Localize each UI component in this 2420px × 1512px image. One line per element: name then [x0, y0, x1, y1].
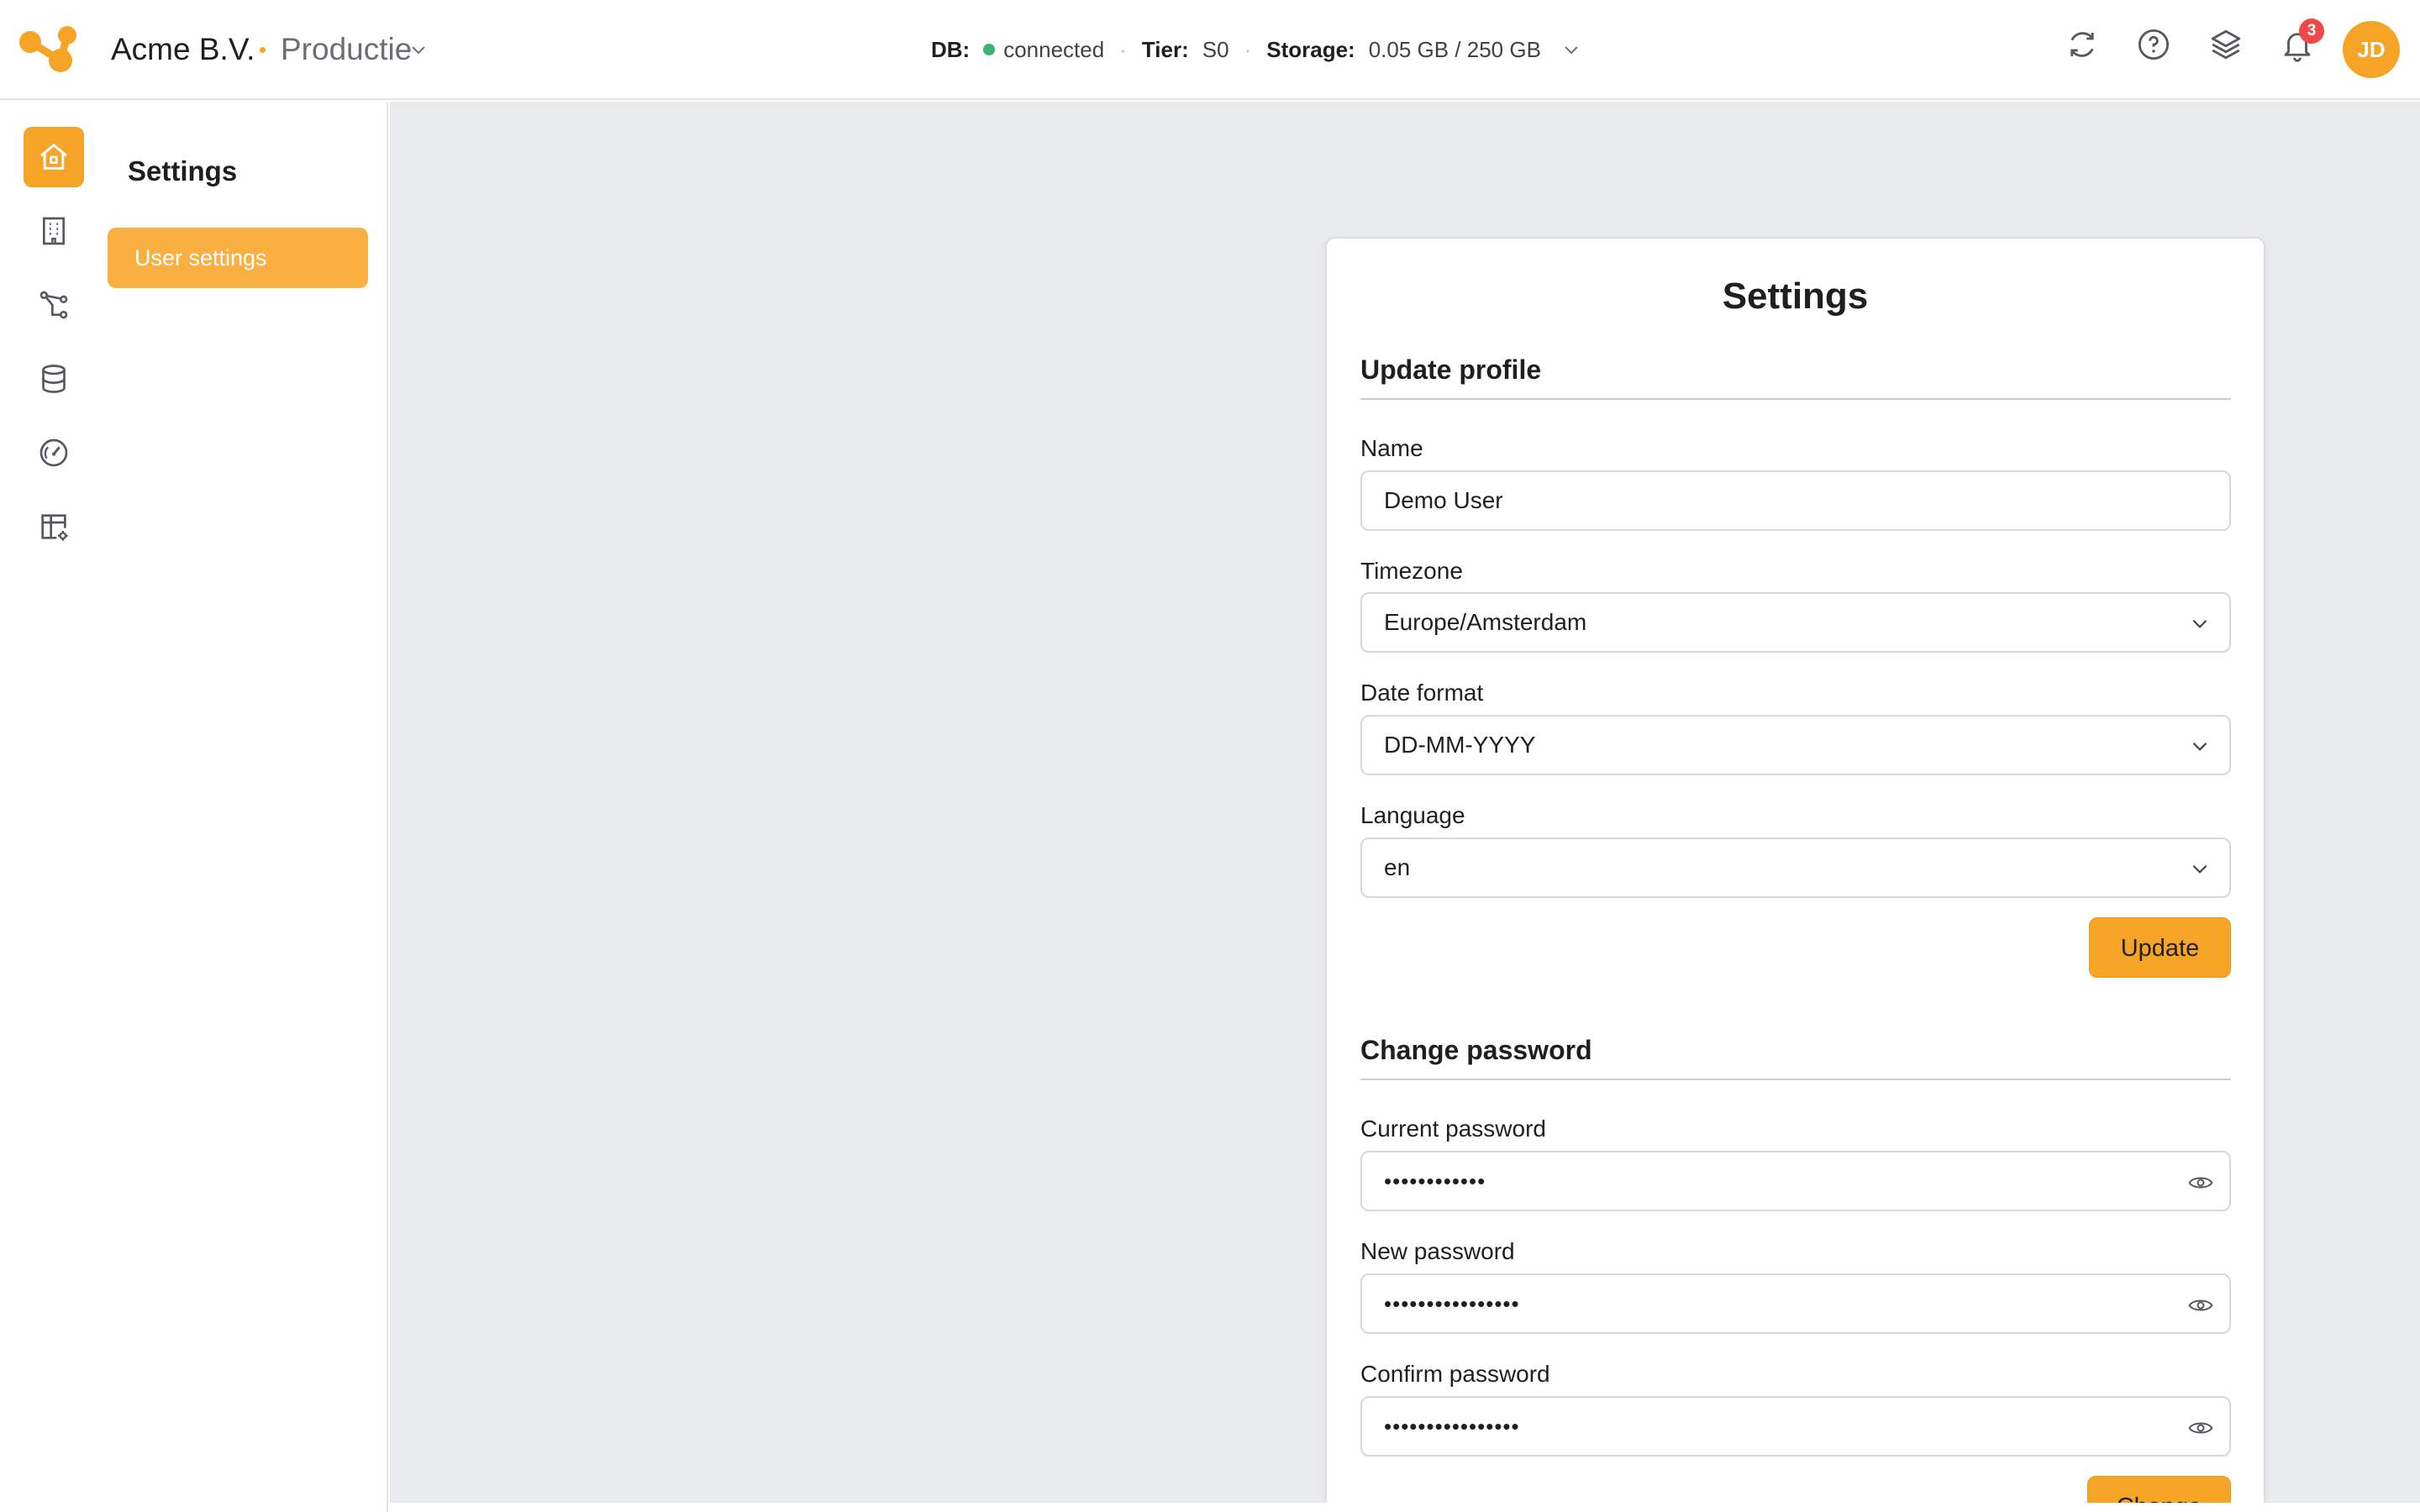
- icon-rail: [0, 102, 103, 1512]
- bottom-strip: [390, 1503, 2420, 1512]
- refresh-icon[interactable]: [2065, 27, 2100, 62]
- rail-item-flows[interactable]: [24, 275, 84, 335]
- page-title: Settings: [1722, 276, 1869, 317]
- new-password-label: New password: [1360, 1238, 1515, 1264]
- update-button[interactable]: Update: [2089, 917, 2231, 978]
- rail-item-organization[interactable]: [24, 201, 84, 261]
- separator-dot: ·: [1244, 36, 1252, 62]
- avatar[interactable]: JD: [2343, 21, 2400, 78]
- rail-item-table-settings[interactable]: [24, 496, 84, 557]
- separator-dot: ·: [1119, 36, 1127, 62]
- settings-sidebar: Settings User settings: [103, 102, 388, 1512]
- section-divider: [1360, 398, 2231, 400]
- storage-label: Storage:: [1266, 36, 1355, 62]
- app-logo-icon[interactable]: [17, 24, 81, 74]
- db-label: DB:: [931, 36, 971, 62]
- timezone-select[interactable]: Europe/Amsterdam: [1360, 592, 2231, 653]
- chevron-down-icon[interactable]: [408, 39, 429, 60]
- tier-label: Tier:: [1141, 36, 1189, 62]
- main-content: Settings Update profile Name Demo User T…: [390, 102, 2420, 1512]
- separator-dot: [260, 47, 266, 53]
- current-password-field[interactable]: ••••••••••••: [1360, 1151, 2231, 1211]
- tier-value: S0: [1202, 36, 1229, 62]
- timezone-label: Timezone: [1360, 558, 1463, 584]
- notification-badge: 3: [2299, 18, 2324, 44]
- rail-item-monitoring[interactable]: [24, 423, 84, 483]
- language-value: en: [1384, 854, 1411, 880]
- name-value: Demo User: [1384, 487, 1503, 513]
- flow-icon: [39, 291, 68, 319]
- database-icon: [42, 365, 66, 393]
- section-title-change-password: Change password: [1360, 1035, 1592, 1065]
- rail-item-home[interactable]: [24, 127, 84, 187]
- gauge-icon: [39, 438, 68, 467]
- confirm-password-field[interactable]: ••••••••••••••••: [1360, 1396, 2231, 1457]
- confirm-password-value: ••••••••••••••••: [1384, 1414, 1520, 1439]
- new-password-value: ••••••••••••••••: [1384, 1291, 1520, 1316]
- current-password-label: Current password: [1360, 1116, 1546, 1142]
- eye-icon[interactable]: [2187, 1169, 2214, 1196]
- layers-icon[interactable]: [2208, 27, 2244, 62]
- chevron-down-icon: [2192, 864, 2207, 874]
- building-icon: [43, 217, 65, 245]
- table-settings-icon: [41, 514, 68, 541]
- eye-icon[interactable]: [2187, 1292, 2214, 1319]
- date-format-select[interactable]: DD-MM-YYYY: [1360, 715, 2231, 775]
- date-format-label: Date format: [1360, 680, 1484, 706]
- current-password-value: ••••••••••••: [1384, 1168, 1486, 1194]
- language-select[interactable]: en: [1360, 837, 2231, 898]
- db-status: connected: [1003, 36, 1105, 62]
- help-icon[interactable]: [2136, 27, 2171, 62]
- connection-status[interactable]: DB: connected · Tier: S0 · Storage: 0.05…: [931, 36, 1581, 63]
- home-icon: [40, 144, 67, 170]
- sidebar-item-user-settings[interactable]: User settings: [108, 228, 368, 288]
- date-format-value: DD-MM-YYYY: [1384, 732, 1536, 758]
- settings-card: Settings Update profile Name Demo User T…: [1325, 237, 2265, 1512]
- section-title-update-profile: Update profile: [1360, 354, 1542, 385]
- section-divider: [1360, 1079, 2231, 1080]
- storage-value: 0.05 GB / 250 GB: [1368, 36, 1541, 62]
- status-indicator: [983, 44, 996, 55]
- name-label: Name: [1360, 435, 1423, 461]
- chevron-down-icon: [2192, 619, 2207, 628]
- chevron-down-icon: [2192, 742, 2207, 751]
- rail-item-database[interactable]: [24, 349, 84, 409]
- chevron-down-icon[interactable]: [1561, 39, 1581, 60]
- timezone-value: Europe/Amsterdam: [1384, 609, 1587, 635]
- sidebar-title: Settings: [128, 155, 238, 186]
- eye-icon[interactable]: [2187, 1415, 2214, 1441]
- environment-selector[interactable]: Productie: [281, 32, 412, 67]
- org-name: Acme B.V.: [111, 32, 255, 66]
- language-label: Language: [1360, 802, 1465, 828]
- top-bar: Acme B.V. Productie DB: connected · Tier…: [0, 0, 2420, 100]
- confirm-password-label: Confirm password: [1360, 1361, 1550, 1387]
- new-password-field[interactable]: ••••••••••••••••: [1360, 1273, 2231, 1334]
- name-field[interactable]: Demo User: [1360, 470, 2231, 531]
